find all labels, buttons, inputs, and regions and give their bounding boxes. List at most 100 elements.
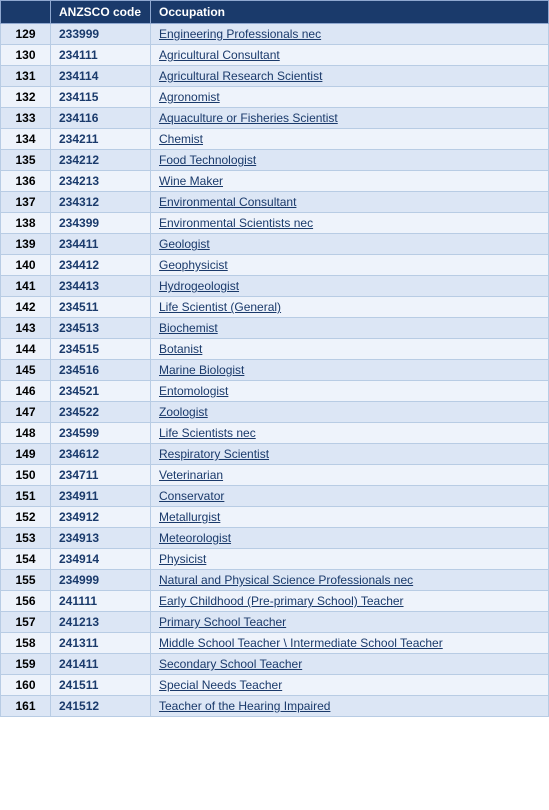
occupation-name[interactable]: Veterinarian — [151, 465, 549, 486]
row-number: 149 — [1, 444, 51, 465]
occupation-name[interactable]: Food Technologist — [151, 150, 549, 171]
occupation-name[interactable]: Life Scientist (General) — [151, 297, 549, 318]
anzsco-code: 234115 — [51, 87, 151, 108]
occupation-name[interactable]: Primary School Teacher — [151, 612, 549, 633]
occupation-name[interactable]: Botanist — [151, 339, 549, 360]
occupation-link[interactable]: Life Scientists nec — [159, 426, 256, 440]
occupation-link[interactable]: Aquaculture or Fisheries Scientist — [159, 111, 338, 125]
table-row: 134234211Chemist — [1, 129, 549, 150]
occupation-name[interactable]: Physicist — [151, 549, 549, 570]
row-number: 152 — [1, 507, 51, 528]
occupation-name[interactable]: Aquaculture or Fisheries Scientist — [151, 108, 549, 129]
occupation-link[interactable]: Primary School Teacher — [159, 615, 286, 629]
occupation-name[interactable]: Agronomist — [151, 87, 549, 108]
occupation-name[interactable]: Biochemist — [151, 318, 549, 339]
occupation-link[interactable]: Agricultural Research Scientist — [159, 69, 322, 83]
occupation-link[interactable]: Engineering Professionals nec — [159, 27, 321, 41]
anzsco-code: 241213 — [51, 612, 151, 633]
occupation-name[interactable]: Wine Maker — [151, 171, 549, 192]
row-number: 145 — [1, 360, 51, 381]
anzsco-code: 234911 — [51, 486, 151, 507]
anzsco-code: 234212 — [51, 150, 151, 171]
row-number: 154 — [1, 549, 51, 570]
table-row: 153234913Meteorologist — [1, 528, 549, 549]
table-row: 142234511Life Scientist (General) — [1, 297, 549, 318]
anzsco-code: 234711 — [51, 465, 151, 486]
occupation-link[interactable]: Entomologist — [159, 384, 228, 398]
row-number: 148 — [1, 423, 51, 444]
occupation-name[interactable]: Chemist — [151, 129, 549, 150]
occupation-name[interactable]: Special Needs Teacher — [151, 675, 549, 696]
occupation-name[interactable]: Secondary School Teacher — [151, 654, 549, 675]
occupation-name[interactable]: Agricultural Research Scientist — [151, 66, 549, 87]
occupation-name[interactable]: Environmental Scientists nec — [151, 213, 549, 234]
row-number: 159 — [1, 654, 51, 675]
anzsco-code: 234513 — [51, 318, 151, 339]
occupation-name[interactable]: Hydrogeologist — [151, 276, 549, 297]
anzsco-code: 234111 — [51, 45, 151, 66]
occupation-name[interactable]: Zoologist — [151, 402, 549, 423]
occupation-name[interactable]: Life Scientists nec — [151, 423, 549, 444]
occupation-link[interactable]: Special Needs Teacher — [159, 678, 282, 692]
occupation-link[interactable]: Early Childhood (Pre-primary School) Tea… — [159, 594, 404, 608]
anzsco-code: 241311 — [51, 633, 151, 654]
occupation-link[interactable]: Zoologist — [159, 405, 208, 419]
anzsco-code: 234312 — [51, 192, 151, 213]
row-number: 150 — [1, 465, 51, 486]
row-number: 153 — [1, 528, 51, 549]
row-number: 157 — [1, 612, 51, 633]
occupation-link[interactable]: Middle School Teacher \ Intermediate Sch… — [159, 636, 443, 650]
occupation-name[interactable]: Meteorologist — [151, 528, 549, 549]
occupation-link[interactable]: Natural and Physical Science Professiona… — [159, 573, 413, 587]
table-row: 152234912Metallurgist — [1, 507, 549, 528]
occupation-link[interactable]: Agricultural Consultant — [159, 48, 280, 62]
occupation-link[interactable]: Metallurgist — [159, 510, 220, 524]
table-row: 149234612Respiratory Scientist — [1, 444, 549, 465]
occupation-link[interactable]: Teacher of the Hearing Impaired — [159, 699, 330, 713]
row-number: 151 — [1, 486, 51, 507]
table-row: 139234411Geologist — [1, 234, 549, 255]
occupation-link[interactable]: Chemist — [159, 132, 203, 146]
occupation-link[interactable]: Geophysicist — [159, 258, 228, 272]
occupation-name[interactable]: Teacher of the Hearing Impaired — [151, 696, 549, 717]
occupation-link[interactable]: Marine Biologist — [159, 363, 244, 377]
occupation-link[interactable]: Life Scientist (General) — [159, 300, 281, 314]
occupation-name[interactable]: Conservator — [151, 486, 549, 507]
occupation-link[interactable]: Environmental Scientists nec — [159, 216, 313, 230]
row-number: 161 — [1, 696, 51, 717]
occupation-name[interactable]: Geophysicist — [151, 255, 549, 276]
occupation-link[interactable]: Secondary School Teacher — [159, 657, 302, 671]
table-row: 157241213 Primary School Teacher — [1, 612, 549, 633]
occupation-link[interactable]: Wine Maker — [159, 174, 223, 188]
occupation-name[interactable]: Entomologist — [151, 381, 549, 402]
row-number: 144 — [1, 339, 51, 360]
occupation-link[interactable]: Respiratory Scientist — [159, 447, 269, 461]
occupation-link[interactable]: Conservator — [159, 489, 224, 503]
row-number: 136 — [1, 171, 51, 192]
row-number: 135 — [1, 150, 51, 171]
occupation-name[interactable]: Engineering Professionals nec — [151, 24, 549, 45]
occupation-name[interactable]: Early Childhood (Pre-primary School) Tea… — [151, 591, 549, 612]
occupation-link[interactable]: Hydrogeologist — [159, 279, 239, 293]
occupation-table: ANZSCO code Occupation 129233999Engineer… — [0, 0, 549, 717]
anzsco-code: 234599 — [51, 423, 151, 444]
occupation-link[interactable]: Botanist — [159, 342, 202, 356]
occupation-name[interactable]: Metallurgist — [151, 507, 549, 528]
occupation-link[interactable]: Biochemist — [159, 321, 218, 335]
occupation-link[interactable]: Meteorologist — [159, 531, 231, 545]
occupation-link[interactable]: Geologist — [159, 237, 210, 251]
occupation-name[interactable]: Respiratory Scientist — [151, 444, 549, 465]
occupation-name[interactable]: Geologist — [151, 234, 549, 255]
occupation-link[interactable]: Veterinarian — [159, 468, 223, 482]
occupation-link[interactable]: Agronomist — [159, 90, 220, 104]
occupation-name[interactable]: Marine Biologist — [151, 360, 549, 381]
occupation-link[interactable]: Physicist — [159, 552, 206, 566]
table-row: 146234521Entomologist — [1, 381, 549, 402]
occupation-link[interactable]: Environmental Consultant — [159, 195, 296, 209]
occupation-name[interactable]: Agricultural Consultant — [151, 45, 549, 66]
occupation-name[interactable]: Environmental Consultant — [151, 192, 549, 213]
occupation-name[interactable]: Natural and Physical Science Professiona… — [151, 570, 549, 591]
occupation-name[interactable]: Middle School Teacher \ Intermediate Sch… — [151, 633, 549, 654]
occupation-link[interactable]: Food Technologist — [159, 153, 256, 167]
anzsco-code: 234411 — [51, 234, 151, 255]
